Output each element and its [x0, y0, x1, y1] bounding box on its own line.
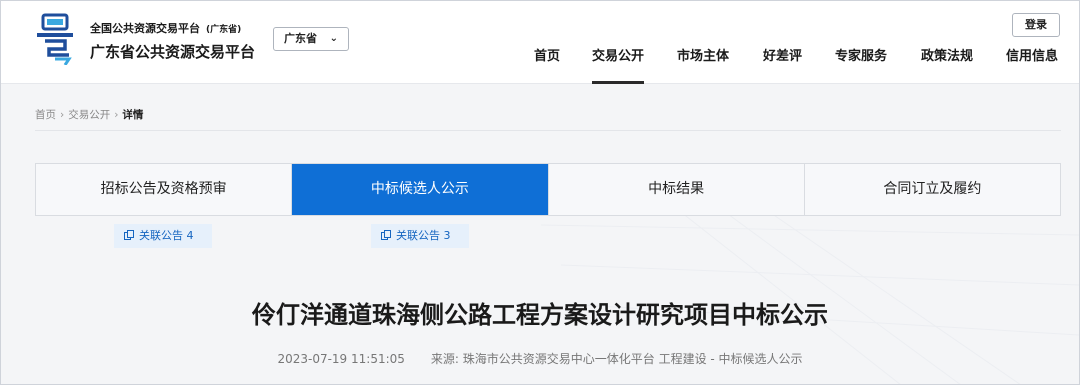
- breadcrumb-current: 详情: [122, 109, 144, 121]
- related-notices-label: 关联公告 3: [396, 229, 451, 242]
- nav-item-home[interactable]: 首页: [534, 46, 560, 84]
- related-notices-button[interactable]: 关联公告 4: [114, 224, 212, 248]
- breadcrumb-home[interactable]: 首页: [35, 109, 56, 121]
- breadcrumb-separator-icon: ›: [114, 109, 119, 121]
- stage-tabs: 招标公告及资格预审 中标候选人公示 中标结果 合同订立及履约: [35, 163, 1061, 216]
- region-select[interactable]: 广东省 ⌄: [273, 27, 349, 51]
- nav-item-transactions[interactable]: 交易公开: [592, 46, 645, 84]
- nav-item-market-entities[interactable]: 市场主体: [677, 46, 729, 84]
- breadcrumb-divider: [35, 130, 1061, 131]
- tab-tender-notice[interactable]: 招标公告及资格预审: [36, 164, 293, 215]
- tab-award-result[interactable]: 中标结果: [548, 164, 805, 215]
- breadcrumb-separator-icon: ›: [60, 109, 65, 121]
- nav-item-policies[interactable]: 政策法规: [921, 46, 973, 84]
- copy-icon: [381, 230, 391, 240]
- breadcrumb-section[interactable]: 交易公开: [68, 109, 110, 121]
- related-notices-label: 关联公告 4: [139, 229, 194, 242]
- chevron-down-icon: ⌄: [329, 33, 338, 44]
- tab-candidate-publicity[interactable]: 中标候选人公示: [292, 164, 549, 215]
- site-logo-icon[interactable]: [35, 13, 81, 65]
- brand-national-name: 全国公共资源交易平台 (广东省): [90, 22, 242, 35]
- page-frame: 全国公共资源交易平台 (广东省) 广东省公共资源交易平台 广东省 ⌄ 登录 首页 …: [0, 0, 1080, 385]
- nav-item-expert-services[interactable]: 专家服务: [835, 46, 887, 84]
- site-header: 全国公共资源交易平台 (广东省) 广东省公共资源交易平台 广东省 ⌄ 登录 首页 …: [1, 1, 1079, 84]
- article-source: 来源: 珠海市公共资源交易中心一体化平台 工程建设 - 中标候选人公示: [430, 352, 803, 366]
- nav-item-rating[interactable]: 好差评: [763, 46, 802, 84]
- related-notices-button[interactable]: 关联公告 3: [371, 224, 469, 248]
- article-meta: 2023-07-19 11:51:05 来源: 珠海市公共资源交易中心一体化平台 …: [1, 350, 1079, 367]
- login-button[interactable]: 登录: [1012, 13, 1060, 37]
- article-datetime: 2023-07-19 11:51:05: [277, 352, 405, 366]
- copy-icon: [124, 230, 134, 240]
- brand-provincial-name: 广东省公共资源交易平台: [90, 43, 256, 61]
- breadcrumb: 首页 › 交易公开 › 详情: [35, 107, 143, 122]
- brand-region: (广东省): [206, 25, 242, 35]
- nav-item-credit-info[interactable]: 信用信息: [1006, 46, 1058, 84]
- region-select-value: 广东省: [284, 32, 317, 45]
- tab-contract-performance[interactable]: 合同订立及履约: [804, 164, 1060, 215]
- article-title: 伶仃洋通道珠海侧公路工程方案设计研究项目中标公示: [252, 301, 828, 329]
